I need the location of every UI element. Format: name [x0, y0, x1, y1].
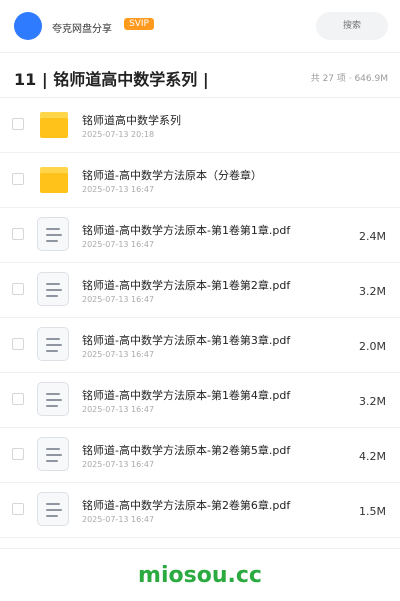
avatar[interactable]: [14, 12, 42, 40]
file-size: 4.2M: [359, 450, 386, 463]
select-checkbox[interactable]: [12, 173, 24, 185]
list-item[interactable]: 铭师道-高中数学方法原本-第1卷第4章.pdf 2025-07-13 16:47…: [0, 373, 400, 428]
select-checkbox[interactable]: [12, 283, 24, 295]
file-size: 3.2M: [359, 285, 386, 298]
list-item[interactable]: 铭师道-高中数学方法原本-第1卷第2章.pdf 2025-07-13 16:47…: [0, 263, 400, 318]
vip-badge: SVIP: [124, 18, 154, 30]
page-title: 11 | 铭师道高中数学系列 |: [14, 70, 209, 89]
document-icon: [37, 272, 69, 306]
file-name: 铭师道高中数学系列: [82, 114, 181, 127]
brand-watermark[interactable]: miosou.cc: [0, 563, 400, 588]
item-count-meta: 共 27 项 · 646.9M: [310, 74, 388, 84]
select-checkbox[interactable]: [12, 503, 24, 515]
list-item[interactable]: 铭师道-高中数学方法原本（分卷章） 2025-07-13 16:47: [0, 153, 400, 208]
select-checkbox[interactable]: [12, 228, 24, 240]
file-name: 铭师道-高中数学方法原本-第1卷第4章.pdf: [82, 389, 291, 402]
file-date: 2025-07-13 20:18: [82, 130, 155, 139]
select-checkbox[interactable]: [12, 118, 24, 130]
file-date: 2025-07-13 16:47: [82, 515, 155, 524]
footer: miosou.cc: [0, 548, 400, 601]
list-item[interactable]: 铭师道-高中数学方法原本-第2卷第6章.pdf 2025-07-13 16:47…: [0, 483, 400, 538]
list-item[interactable]: 铭师道-高中数学方法原本-第1卷第1章.pdf 2025-07-13 16:47…: [0, 208, 400, 263]
file-name: 铭师道-高中数学方法原本-第1卷第1章.pdf: [82, 224, 291, 237]
list-item[interactable]: 铭师道高中数学系列 2025-07-13 20:18: [0, 98, 400, 153]
file-size: 1.5M: [359, 505, 386, 518]
document-icon: [37, 327, 69, 361]
select-checkbox[interactable]: [12, 448, 24, 460]
file-date: 2025-07-13 16:47: [82, 350, 155, 359]
folder-icon: [40, 112, 68, 138]
file-name: 铭师道-高中数学方法原本-第1卷第2章.pdf: [82, 279, 291, 292]
file-name: 铭师道-高中数学方法原本-第2卷第5章.pdf: [82, 444, 291, 457]
file-name: 铭师道-高中数学方法原本（分卷章）: [82, 169, 262, 182]
select-checkbox[interactable]: [12, 393, 24, 405]
file-size: 3.2M: [359, 395, 386, 408]
list-item[interactable]: 铭师道-高中数学方法原本-第2卷第5章.pdf 2025-07-13 16:47…: [0, 428, 400, 483]
file-list: 铭师道高中数学系列 2025-07-13 20:18 铭师道-高中数学方法原本（…: [0, 98, 400, 538]
folder-icon: [40, 167, 68, 193]
select-checkbox[interactable]: [12, 338, 24, 350]
search-input[interactable]: [316, 12, 388, 40]
file-date: 2025-07-13 16:47: [82, 405, 155, 414]
file-name: 铭师道-高中数学方法原本-第2卷第6章.pdf: [82, 499, 291, 512]
file-size: 2.0M: [359, 340, 386, 353]
file-date: 2025-07-13 16:47: [82, 460, 155, 469]
document-icon: [37, 492, 69, 526]
top-bar: 夸克网盘分享 SVIP: [0, 0, 400, 53]
list-item[interactable]: 铭师道-高中数学方法原本-第1卷第3章.pdf 2025-07-13 16:47…: [0, 318, 400, 373]
file-date: 2025-07-13 16:47: [82, 185, 155, 194]
file-size: 2.4M: [359, 230, 386, 243]
file-name: 铭师道-高中数学方法原本-第1卷第3章.pdf: [82, 334, 291, 347]
document-icon: [37, 437, 69, 471]
file-date: 2025-07-13 16:47: [82, 240, 155, 249]
user-name: 夸克网盘分享: [52, 24, 112, 35]
title-bar: 11 | 铭师道高中数学系列 | 共 27 项 · 646.9M: [0, 53, 400, 98]
document-icon: [37, 217, 69, 251]
document-icon: [37, 382, 69, 416]
file-date: 2025-07-13 16:47: [82, 295, 155, 304]
